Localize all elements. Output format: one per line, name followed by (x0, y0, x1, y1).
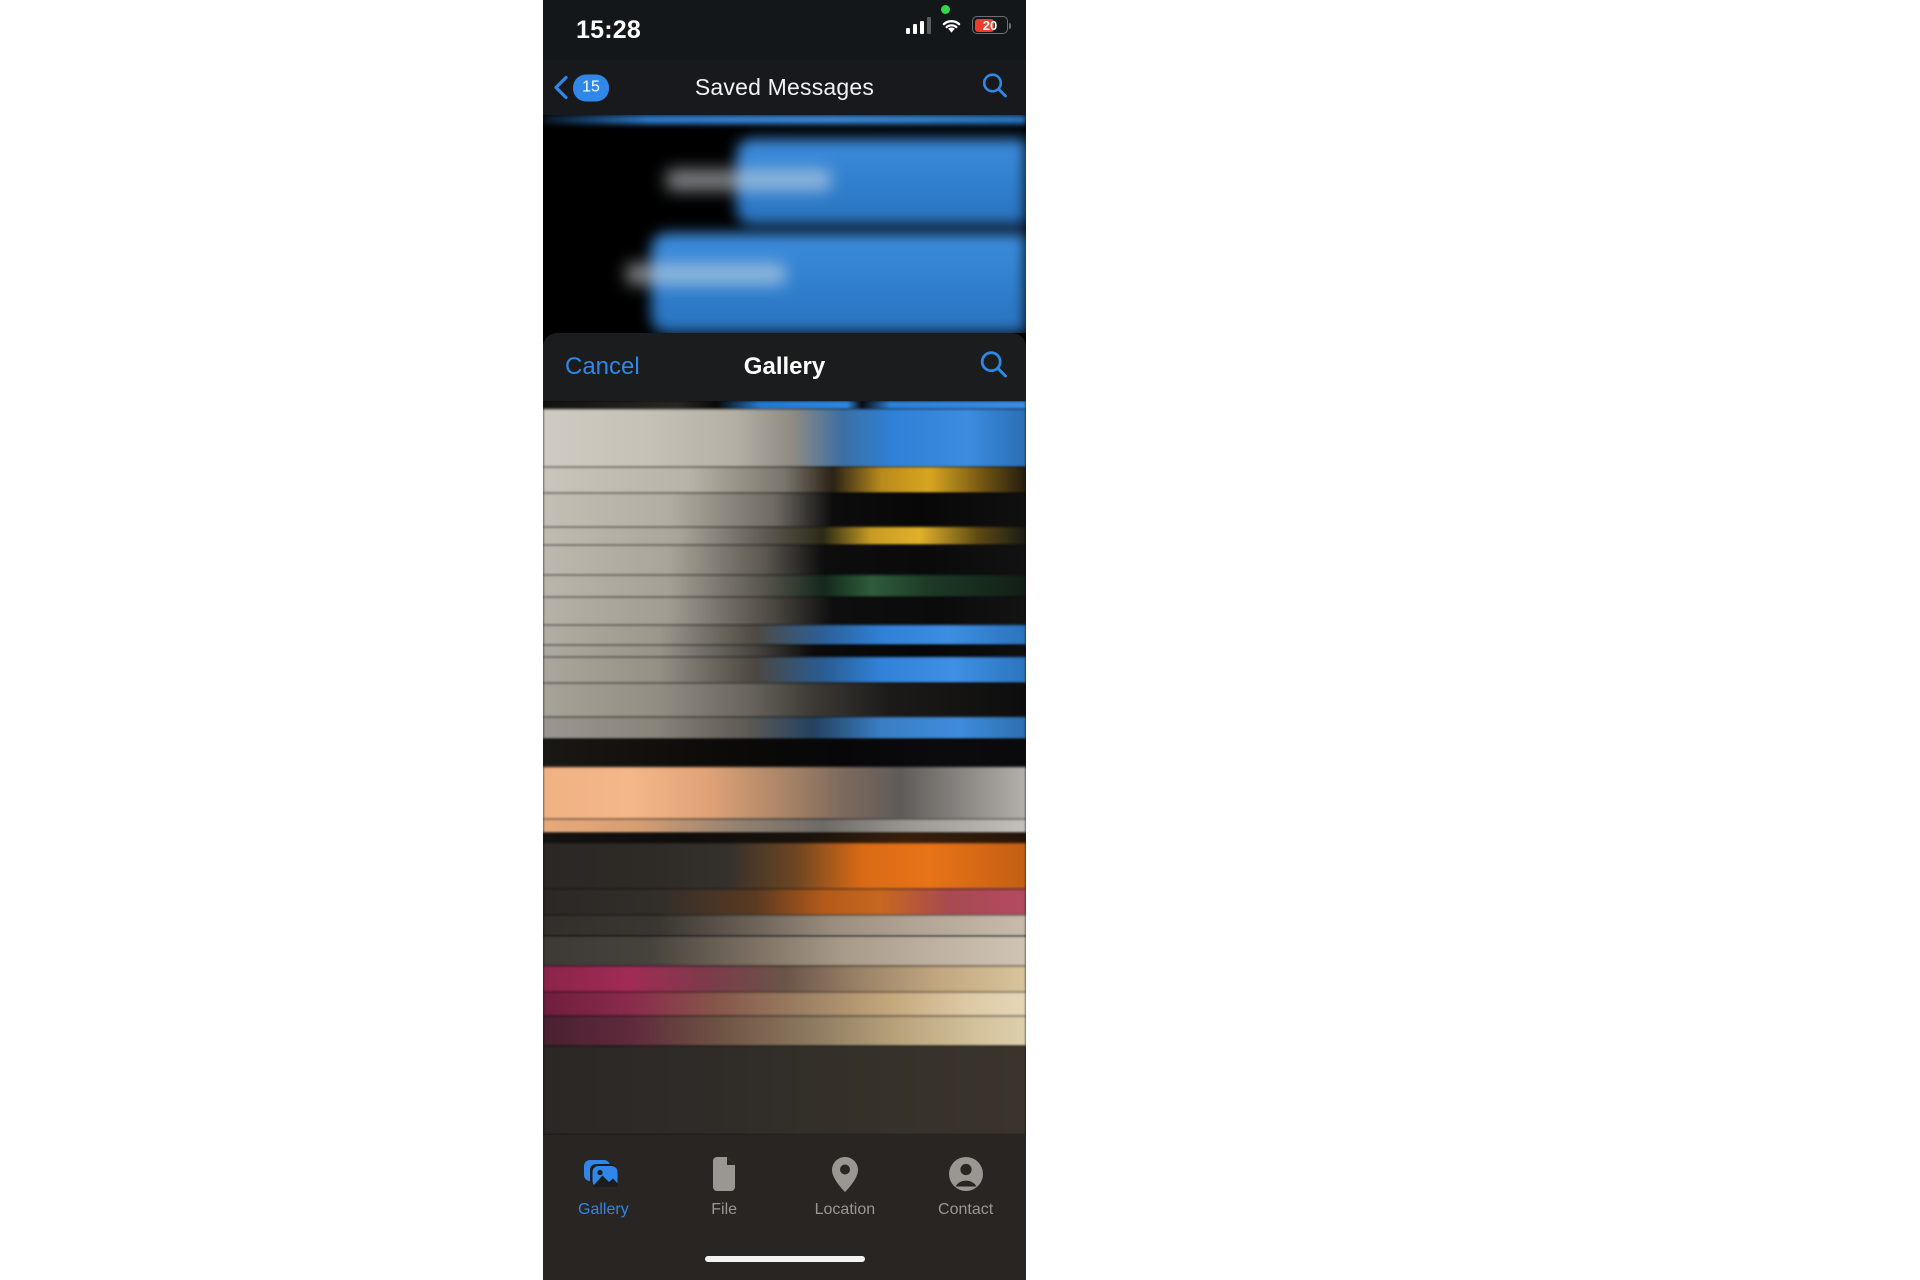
gallery-thumb-row[interactable] (543, 625, 1026, 645)
chat-message-list (543, 115, 1026, 333)
status-bar-time: 15:28 (576, 16, 641, 44)
gallery-thumb-row[interactable] (543, 767, 1026, 819)
tab-label: Location (814, 1201, 876, 1218)
gallery-thumb-row[interactable] (543, 527, 1026, 545)
gallery-thumb-row[interactable] (543, 575, 1026, 597)
gallery-thumb-row[interactable] (543, 966, 1026, 992)
person-circle-icon (945, 1155, 987, 1193)
gallery-thumb-row[interactable] (543, 739, 1026, 767)
attachment-sheet-title: Gallery (743, 353, 826, 380)
gallery-thumb-row[interactable] (543, 401, 1026, 409)
gallery-thumb-row[interactable] (543, 843, 1026, 889)
gallery-thumb-row[interactable] (543, 657, 1026, 683)
gallery-thumb-row[interactable] (543, 683, 1026, 717)
phone-screen: 15:28 20 15 Saved Messages Cancel Galler… (543, 0, 1026, 1280)
gallery-thumb-row[interactable] (543, 717, 1026, 739)
cellular-signal-icon (905, 16, 931, 34)
search-icon[interactable] (978, 349, 1010, 386)
page-title: Saved Messages (694, 74, 875, 100)
message-text-redacted (626, 263, 786, 285)
gallery-thumb-row[interactable] (543, 936, 1026, 966)
gallery-thumb-row[interactable] (543, 819, 1026, 833)
gallery-thumb-row[interactable] (543, 645, 1026, 657)
gallery-thumb-row[interactable] (543, 1046, 1026, 1135)
gallery-thumb-row[interactable] (543, 467, 1026, 493)
gallery-photo-grid-lower[interactable] (543, 936, 1026, 1135)
chat-navigation-bar: 15 Saved Messages (543, 60, 1026, 115)
photos-stack-icon (582, 1155, 624, 1193)
status-bar: 15:28 20 (543, 0, 1026, 60)
tab-label: Gallery (578, 1201, 629, 1218)
message-text-redacted (666, 169, 831, 191)
document-icon (703, 1155, 745, 1193)
wifi-icon (940, 17, 963, 34)
gallery-thumb-row[interactable] (543, 833, 1026, 843)
gallery-photo-grid[interactable] (543, 401, 1026, 936)
status-bar-indicators: 20 (905, 16, 1012, 34)
gallery-thumb-row[interactable] (543, 992, 1026, 1016)
screenshot-canvas: 15:28 20 15 Saved Messages Cancel Galler… (0, 0, 1920, 1280)
gallery-thumb-row[interactable] (543, 597, 1026, 625)
green-status-dot-icon (941, 5, 950, 14)
map-pin-icon (824, 1155, 866, 1193)
tab-label: File (711, 1201, 738, 1218)
search-icon[interactable] (980, 70, 1010, 105)
gallery-thumb-row[interactable] (543, 545, 1026, 575)
chat-bubble-partial (543, 115, 1026, 124)
attachment-sheet-header: Cancel Gallery (543, 333, 1026, 401)
gallery-thumb-row[interactable] (543, 915, 1026, 936)
tab-contact[interactable]: Contact (905, 1149, 1026, 1280)
tab-label: Contact (938, 1201, 994, 1218)
gallery-thumb-row[interactable] (543, 409, 1026, 467)
gallery-thumb-row[interactable] (543, 493, 1026, 527)
battery-level-label: 20 (982, 17, 998, 33)
gallery-thumb-row[interactable] (543, 1016, 1026, 1046)
gallery-thumb-row[interactable] (543, 889, 1026, 915)
battery-icon: 20 (972, 16, 1012, 34)
home-indicator[interactable] (704, 1256, 865, 1262)
tab-gallery[interactable]: Gallery (543, 1149, 664, 1280)
